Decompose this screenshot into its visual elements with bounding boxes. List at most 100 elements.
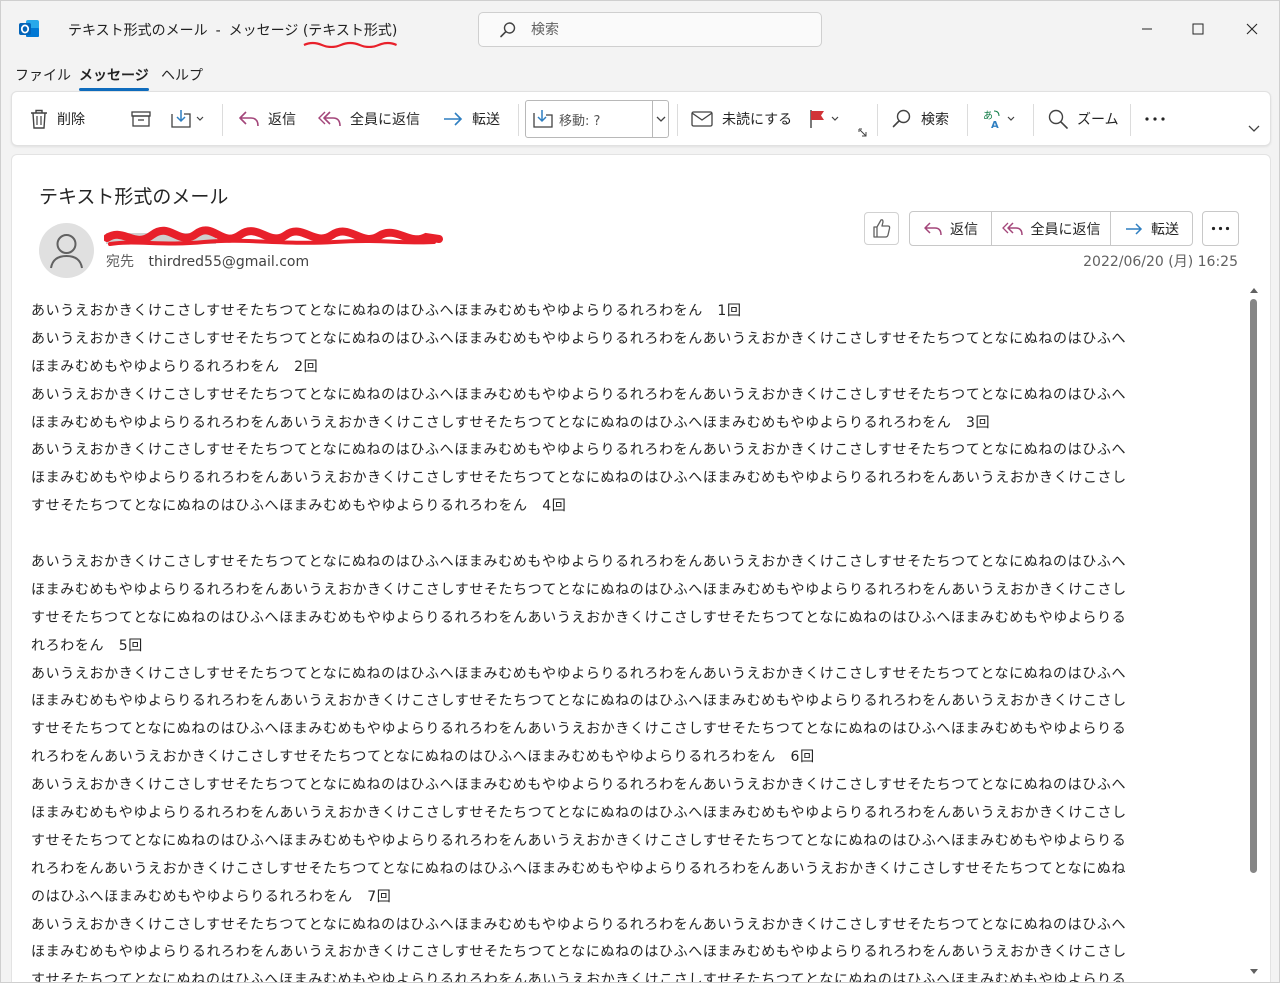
body-line: あいうえおかきくけこさしすせそたちつてとなにぬねのはひふへほまみむめもやゆよらり… [31, 665, 1127, 682]
flag-button[interactable] [808, 102, 844, 136]
scroll-down-icon[interactable] [1249, 968, 1259, 976]
search-input[interactable] [531, 18, 801, 42]
find-label: 検索 [921, 112, 949, 128]
recipient-line: 宛先 thirdred55@gmail.com [106, 251, 309, 271]
chevron-down-icon [656, 116, 666, 122]
reply-all-icon [1001, 221, 1023, 235]
body-line: ほまみむめもやゆよらりるれろわをんあいうえおかきくけこさしすせそたちつてとなにぬ… [31, 944, 1127, 961]
title-app: メッセージ [228, 23, 299, 39]
scrollbar-thumb[interactable] [1250, 299, 1257, 873]
pane-reply-button[interactable]: 返信 [910, 212, 992, 245]
tab-message[interactable]: メッセージ [79, 65, 149, 91]
forward-icon [444, 112, 463, 126]
message-actions: 返信 全員に返信 転送 [909, 211, 1193, 246]
annotation-underline [303, 41, 397, 48]
ribbon-divider [1033, 104, 1034, 136]
body-line: すせそたちつてとなにぬねのはひふへほまみむめもやゆよらりるれろわをんあいうえおか… [31, 972, 1127, 983]
avatar[interactable] [39, 223, 94, 278]
more-actions-button[interactable] [1202, 211, 1239, 246]
sender-redaction [104, 226, 443, 246]
pane-reply-all-label: 全員に返信 [1030, 221, 1101, 238]
body-line: すせそたちつてとなにぬねのはひふへほまみむめもやゆよらりるれろわをんあいうえおか… [31, 832, 1127, 849]
reply-all-icon [318, 111, 341, 127]
recipient-address[interactable]: thirdred55@gmail.com [148, 254, 309, 270]
window-title: テキスト形式のメール - メッセージ (テキスト形式) [68, 20, 398, 48]
title-separator: - [215, 23, 221, 39]
tab-file[interactable]: ファイル [15, 65, 71, 85]
message-body: あいうえおかきくけこさしすせそたちつてとなにぬねのはひふへほまみむめもやゆよらり… [31, 298, 1231, 983]
title-format-text: (テキスト形式) [302, 23, 398, 39]
pane-forward-label: 転送 [1151, 221, 1179, 238]
thumbs-up-icon [873, 219, 891, 238]
body-line: あいうえおかきくけこさしすせそたちつてとなにぬねのはひふへほまみむめもやゆよらり… [31, 554, 1127, 571]
mark-unread-button[interactable]: 未読にする [690, 102, 792, 136]
person-icon [50, 234, 83, 269]
close-icon[interactable] [1234, 11, 1270, 47]
ribbon-divider [677, 104, 678, 136]
forward-icon [1126, 222, 1143, 235]
body-line: あいうえおかきくけこさしすせそたちつてとなにぬねのはひふへほまみむめもやゆよらり… [31, 777, 1127, 794]
move-folder-icon [533, 110, 553, 128]
body-line [31, 521, 1231, 549]
body-line: ほまみむめもやゆよらりるれろわをんあいうえおかきくけこさしすせそたちつてとなにぬ… [31, 581, 1127, 598]
body-line: あいうえおかきくけこさしすせそたちつてとなにぬねのはひふへほまみむめもやゆよらり… [31, 303, 742, 319]
move-to-button[interactable] [170, 102, 206, 136]
forward-label: 転送 [472, 112, 500, 128]
ribbon-divider [518, 104, 519, 136]
zoom-button[interactable]: ズーム [1047, 102, 1119, 136]
body-line: のはひふへほまみむめもやゆよらりるれろわをん 7回 [31, 888, 392, 905]
to-label: 宛先 [106, 254, 134, 270]
title-format: (テキスト形式) [302, 23, 398, 48]
ribbon-divider [1130, 104, 1131, 136]
archive-icon [131, 111, 151, 127]
translate-button[interactable]: あ A [982, 102, 1018, 136]
body-line: あいうえおかきくけこさしすせそたちつてとなにぬねのはひふへほまみむめもやゆよらり… [31, 386, 1127, 403]
body-line: あいうえおかきくけこさしすせそたちつてとなにぬねのはひふへほまみむめもやゆよらり… [31, 916, 1127, 933]
reply-all-button[interactable]: 全員に返信 [318, 102, 420, 136]
pane-reply-all-button[interactable]: 全員に返信 [992, 212, 1111, 245]
zoom-icon [1048, 109, 1068, 129]
search-box[interactable] [478, 12, 822, 47]
chevron-down-icon[interactable] [1247, 124, 1261, 134]
archive-button[interactable] [130, 102, 152, 136]
body-line: すせそたちつてとなにぬねのはひふへほまみむめもやゆよらりるれろわをん 4回 [31, 498, 567, 515]
like-button[interactable] [864, 212, 899, 245]
outlook-icon [19, 20, 39, 37]
trash-icon [31, 109, 47, 129]
tab-help[interactable]: ヘルプ [161, 65, 203, 85]
svg-text:A: A [991, 120, 999, 130]
message-subject: テキスト形式のメール [39, 186, 229, 208]
minimize-icon[interactable] [1129, 11, 1165, 47]
body-line: ほまみむめもやゆよらりるれろわをんあいうえおかきくけこさしすせそたちつてとなにぬ… [31, 805, 1127, 822]
scroll-up-icon[interactable] [1249, 286, 1259, 294]
reply-label: 返信 [268, 112, 296, 128]
reading-pane: テキスト形式のメール 宛先 thirdred55@gmail.com 返信 全員… [11, 154, 1271, 983]
ribbon-divider [967, 104, 968, 136]
body-line: れろわをん 5回 [31, 637, 143, 654]
more-commands-button[interactable] [1144, 102, 1166, 136]
body-line: ほまみむめもやゆよらりるれろわをん 2回 [31, 358, 319, 375]
maximize-icon[interactable] [1180, 11, 1216, 47]
delete-label: 削除 [57, 112, 85, 128]
move-label: 移動: ? [559, 114, 601, 129]
search-icon [500, 22, 516, 38]
delete-button[interactable]: 削除 [29, 102, 85, 136]
menu-bar: ファイル メッセージ ヘルプ [1, 59, 1279, 91]
ribbon-divider [877, 104, 878, 136]
more-icon [1145, 117, 1165, 121]
translate-icon: あ A [983, 110, 1015, 130]
move-dropdown-arrow[interactable] [652, 101, 668, 137]
pane-reply-label: 返信 [950, 221, 978, 238]
reply-all-label: 全員に返信 [350, 112, 420, 128]
body-line: すせそたちつてとなにぬねのはひふへほまみむめもやゆよらりるれろわをんあいうえおか… [31, 721, 1127, 738]
reply-button[interactable]: 返信 [238, 102, 296, 136]
ribbon-divider [222, 104, 223, 136]
forward-button[interactable]: 転送 [442, 102, 500, 136]
find-button[interactable]: 検索 [891, 102, 949, 136]
pane-forward-button[interactable]: 転送 [1111, 212, 1192, 245]
dialog-launcher-icon[interactable] [858, 128, 868, 138]
body-line: すせそたちつてとなにぬねのはひふへほまみむめもやゆよらりるれろわをんあいうえおか… [31, 609, 1127, 626]
move-dropdown[interactable]: 移動: ? [525, 100, 669, 138]
mark-unread-label: 未読にする [722, 112, 793, 128]
body-line: れろわをんあいうえおかきくけこさしすせそたちつてとなにぬねのはひふへほまみむめも… [31, 860, 1127, 877]
